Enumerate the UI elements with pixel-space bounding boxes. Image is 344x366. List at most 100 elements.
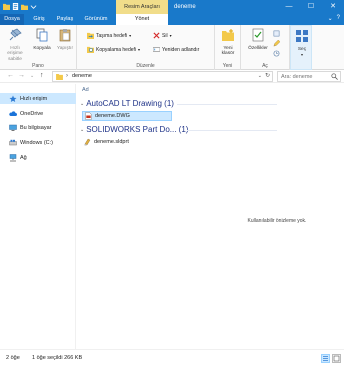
ribbon-tabs: Dosya Giriş Paylaş Görünüm Yönet ⌄ ?: [0, 14, 344, 25]
search-box: [277, 71, 341, 82]
breadcrumb-separator[interactable]: ›: [66, 72, 68, 81]
file-name: deneme.DWG: [95, 113, 130, 119]
nav-item-onedrive[interactable]: OneDrive: [0, 108, 76, 119]
open-group: Özellikler Aç: [241, 25, 290, 70]
file-name: deneme.sldprt: [94, 139, 129, 145]
copy-label: Kopyala: [33, 45, 51, 51]
delete-icon: [153, 32, 160, 39]
solidworks-file-icon: [84, 138, 91, 146]
cloud-icon: [9, 110, 17, 116]
chevron-down-icon: ⌄: [80, 100, 85, 107]
open-icon[interactable]: [273, 30, 280, 37]
window-title: deneme: [174, 4, 196, 10]
delete-dropdown-icon: ▾: [169, 33, 172, 38]
help-button[interactable]: ?: [337, 15, 340, 22]
new-folder-icon: [222, 29, 234, 41]
search-input[interactable]: [278, 72, 330, 81]
properties-button[interactable]: Özellikler: [245, 28, 271, 51]
up-button[interactable]: ↑: [40, 72, 44, 79]
new-folder-label: Yeni klasör: [221, 45, 235, 57]
tab-home[interactable]: Giriş: [28, 14, 50, 25]
delete-label: Sil: [162, 32, 168, 39]
navigation-pane: Hızlı erişim OneDrive Bu bilgisayar Wind…: [0, 84, 76, 349]
item-count: 2 öğe: [6, 355, 20, 361]
nav-item-label: OneDrive: [20, 110, 44, 117]
move-to-dropdown-icon: ▾: [129, 33, 132, 38]
new-group-label: Yeni: [222, 63, 233, 69]
refresh-button[interactable]: ↻: [265, 72, 270, 81]
address-dropdown-button[interactable]: ⌄: [258, 72, 262, 81]
title-bar: Resim Araçları deneme — ☐ ✕: [0, 0, 344, 14]
large-icons-view-icon: [333, 355, 340, 362]
open-group-label: Aç: [262, 63, 268, 69]
nav-item-windows-c[interactable]: Windows (C:): [0, 137, 76, 148]
new-group: Yeni klasör Yeni: [215, 25, 241, 70]
back-button[interactable]: ←: [7, 72, 14, 79]
forward-button[interactable]: →: [18, 72, 25, 79]
delete-button[interactable]: Sil ▾: [153, 32, 172, 39]
tab-view[interactable]: Görünüm: [80, 14, 112, 25]
search-icon: [331, 73, 338, 80]
nav-item-label: Ağ: [20, 154, 27, 161]
quick-access-toolbar: [3, 3, 37, 10]
rename-button[interactable]: Yeniden adlandır: [153, 46, 199, 53]
select-icon: [296, 30, 308, 42]
copy-to-button[interactable]: Kopyalama hedefi ▾: [87, 46, 140, 53]
pin-quick-access-button[interactable]: Hızlı erişime sabitle: [2, 28, 28, 62]
close-button[interactable]: ✕: [322, 0, 344, 14]
ribbon: Hızlı erişime sabitle Kopyala Yapıştır P…: [0, 25, 344, 70]
folder-icon[interactable]: [3, 3, 10, 10]
address-bar-row: ← → ⌄ ↑ › deneme ⌄ ↻: [0, 70, 344, 83]
pin-icon: [9, 28, 22, 41]
tab-share[interactable]: Paylaş: [54, 14, 76, 25]
edit-icon[interactable]: [273, 40, 280, 47]
copy-button[interactable]: Kopyala: [32, 28, 52, 51]
nav-item-this-pc[interactable]: Bu bilgisayar: [0, 122, 76, 133]
properties-icon[interactable]: [12, 3, 19, 10]
organize-group: Taşıma hedefi ▾ Kopyalama hedefi ▾ Sil ▾…: [77, 25, 215, 70]
group-header[interactable]: ⌄ AutoCAD LT Drawing (1): [80, 98, 174, 109]
group-name: AutoCAD LT Drawing (1): [86, 99, 174, 108]
maximize-button[interactable]: ☐: [300, 0, 322, 14]
history-icon[interactable]: [273, 50, 280, 57]
status-bar: 2 öğe 1 öğe seçildi 266 KB: [0, 349, 344, 366]
rename-icon: [153, 47, 160, 52]
select-group: Seç ▾: [290, 25, 312, 70]
file-item-sldprt[interactable]: deneme.sldprt: [82, 137, 172, 147]
selection-info: 1 öğe seçildi 266 KB: [32, 355, 83, 361]
tab-file[interactable]: Dosya: [0, 14, 24, 25]
properties-label: Özellikler: [248, 45, 268, 51]
paste-button[interactable]: Yapıştır: [54, 28, 76, 51]
nav-item-quick-access[interactable]: Hızlı erişim: [0, 93, 76, 104]
breadcrumb-deneme[interactable]: deneme: [72, 72, 92, 81]
clipboard-group: Hızlı erişime sabitle Kopyala Yapıştır P…: [0, 25, 77, 70]
file-list-pane: Ad ⌄ AutoCAD LT Drawing (1) deneme.DWG ⌄…: [77, 84, 344, 349]
group-divider: [187, 130, 277, 131]
file-item-dwg[interactable]: deneme.DWG: [82, 111, 172, 121]
large-icons-view-button[interactable]: [332, 354, 341, 363]
preview-pane-message: Kullanılabilir önizleme yok.: [247, 218, 307, 224]
select-dropdown-icon: ▾: [300, 52, 303, 57]
minimize-button[interactable]: —: [278, 0, 300, 14]
group-header[interactable]: ⌄ SOLIDWORKS Part Do... (1): [80, 124, 188, 135]
details-view-button[interactable]: [321, 354, 330, 363]
new-folder-icon[interactable]: [21, 3, 28, 10]
rename-label: Yeniden adlandır: [162, 46, 200, 53]
new-folder-button[interactable]: Yeni klasör: [217, 28, 239, 57]
nav-item-label: Windows (C:): [20, 139, 54, 146]
tab-manage[interactable]: Yönet: [116, 14, 168, 25]
network-icon: [9, 153, 17, 161]
paste-icon: [59, 29, 71, 42]
copy-to-icon: [87, 46, 94, 53]
select-button[interactable]: Seç ▾: [292, 29, 312, 58]
customize-quick-access-icon[interactable]: [30, 3, 37, 10]
move-to-label: Taşıma hedefi: [96, 32, 128, 39]
recent-locations-button[interactable]: ⌄: [30, 73, 34, 79]
ribbon-expand-button[interactable]: ⌄: [328, 15, 333, 22]
move-to-button[interactable]: Taşıma hedefi ▾: [87, 32, 131, 39]
column-header-name[interactable]: Ad: [82, 87, 89, 93]
copy-to-dropdown-icon: ▾: [138, 47, 141, 52]
context-tab-header-label: Resim Araçları: [124, 4, 160, 10]
nav-item-network[interactable]: Ağ: [0, 152, 76, 163]
address-box[interactable]: › deneme ⌄ ↻: [52, 71, 273, 82]
